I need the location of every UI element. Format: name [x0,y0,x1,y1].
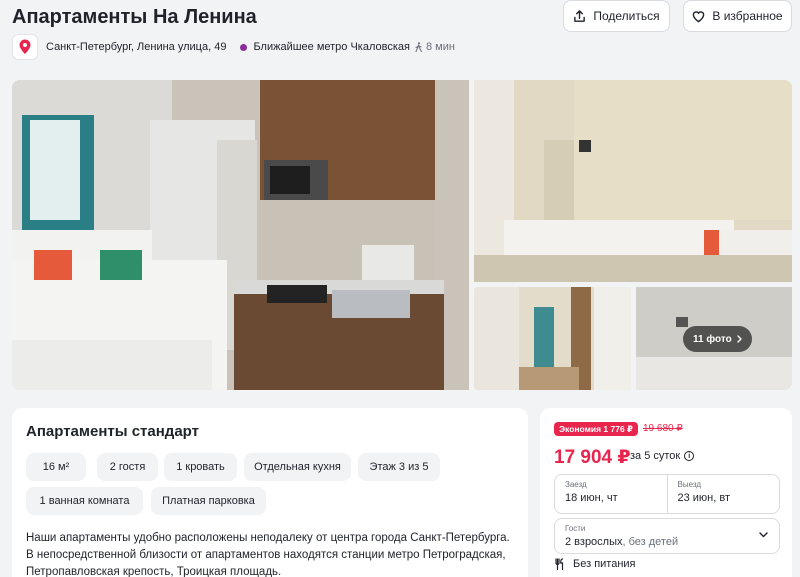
share-icon [574,9,586,22]
dates-picker[interactable]: Заезд 18 июн, чт Выезд 23 июн, вт [554,474,780,514]
chevron-right-icon [737,335,742,343]
guests-label: Гости [565,524,586,533]
booking-card: Экономия 1 776 ₽ 19 680 ₽ 17 904 ₽ за 5 … [540,408,792,577]
feature-floor: Этаж 3 из 5 [358,453,440,481]
feature-bathroom: 1 ванная комната [26,487,143,515]
walk-time-label: 8 мин [426,41,455,53]
photo-3[interactable] [474,287,631,390]
price-period: за 5 суток [630,450,681,462]
room-card: Апартаменты стандарт 16 м² 2 гостя 1 кро… [12,408,528,577]
checkout-field[interactable]: Выезд 23 июн, вт [666,475,780,513]
guests-value: 2 взрослых [565,536,623,548]
checkout-value: 23 июн, вт [677,492,731,504]
meal-info: Без питания [554,558,636,570]
chevron-down-icon [759,532,768,538]
map-pin-icon[interactable] [12,34,38,60]
price: 17 904 ₽ [554,447,631,468]
cutlery-icon [555,558,564,570]
feature-area: 16 м² [26,453,86,481]
location-row: Санкт-Петербург, Ленина улица, 49 Ближай… [12,34,455,60]
checkin-label: Заезд [565,480,587,489]
address: Санкт-Петербург, Ленина улица, 49 [46,41,227,53]
share-button[interactable]: Поделиться [563,0,670,32]
favorite-button-label: В избранное [712,9,783,23]
more-photos-label: 11 фото [693,333,732,345]
favorite-button[interactable]: В избранное [683,0,792,32]
economy-badge: Экономия 1 776 ₽ [554,422,638,436]
share-button-label: Поделиться [593,9,660,23]
metro-line-icon [240,43,248,51]
checkin-value: 18 июн, чт [565,492,618,504]
checkout-label: Выезд [677,480,702,489]
walk-time: 8 мин [414,41,455,53]
old-price: 19 680 ₽ [643,423,683,434]
price-note: за 5 суток i [630,450,695,462]
heart-icon [693,10,705,22]
main-photo[interactable] [12,80,469,390]
guests-extra: , без детей [622,536,679,548]
feature-kitchen: Отдельная кухня [244,453,351,481]
feature-parking: Платная парковка [151,487,266,515]
info-icon[interactable]: i [684,451,695,461]
walking-icon [415,42,422,52]
checkin-field[interactable]: Заезд 18 июн, чт [555,475,667,513]
page-title: Апартаменты На Ленина [12,6,257,28]
meal-label: Без питания [573,558,636,570]
more-photos-button[interactable]: 11 фото [683,326,752,352]
feature-guests: 2 гостя [97,453,158,481]
metro-station: Ближайшее метро Чкаловская [253,41,410,53]
photo-2[interactable] [474,80,792,282]
feature-beds: 1 кровать [164,453,237,481]
room-description: Наши апартаменты удобно расположены непо… [26,532,510,577]
guests-select[interactable]: Гости 2 взрослых, без детей [554,518,780,554]
room-title: Апартаменты стандарт [26,423,199,440]
